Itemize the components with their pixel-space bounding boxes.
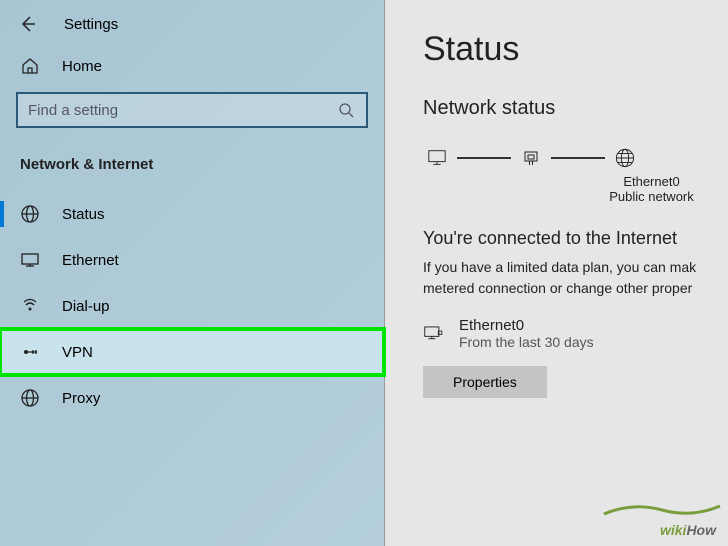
connected-desc-line1: If you have a limited data plan, you can…	[423, 257, 728, 278]
sidebar-item-label: VPN	[62, 344, 93, 361]
connected-desc-line2: metered connection or change other prope…	[423, 278, 728, 299]
sidebar-item-vpn[interactable]: VPN	[0, 329, 384, 375]
network-diagram	[423, 148, 728, 168]
router-icon	[521, 148, 541, 168]
vpn-icon	[20, 342, 40, 362]
home-label: Home	[62, 58, 102, 75]
properties-button[interactable]: Properties	[423, 366, 547, 398]
diagram-adapter-name: Ethernet0	[575, 174, 728, 189]
search-field[interactable]	[28, 102, 336, 119]
computer-icon	[427, 148, 447, 168]
wikihow-flourish	[602, 500, 722, 518]
sidebar-item-proxy[interactable]: Proxy	[0, 375, 384, 421]
sidebar-item-ethernet[interactable]: Ethernet	[0, 237, 384, 283]
ethernet-icon	[20, 250, 40, 270]
sidebar-item-label: Dial-up	[62, 298, 110, 315]
adapter-sub: From the last 30 days	[459, 334, 594, 350]
sidebar-item-label: Ethernet	[62, 252, 119, 269]
search-input[interactable]	[16, 92, 368, 128]
proxy-icon	[20, 388, 40, 408]
page-title: Status	[423, 30, 728, 69]
sidebar: Settings Home Network & Internet Stat	[0, 0, 385, 546]
section-title: Network & Internet	[0, 140, 384, 191]
search-icon	[336, 100, 356, 120]
settings-title: Settings	[64, 16, 118, 33]
diagram-network-type: Public network	[575, 189, 728, 204]
adapter-row: Ethernet0 From the last 30 days	[423, 317, 728, 350]
adapter-name: Ethernet0	[459, 317, 594, 334]
sidebar-item-label: Status	[62, 206, 105, 223]
back-icon[interactable]	[18, 14, 38, 34]
globe-icon	[615, 148, 635, 168]
main-content: Status Network status Ethernet0 Public n…	[385, 0, 728, 546]
subhead: Network status	[423, 97, 728, 120]
wikihow-watermark: wikiHow	[660, 522, 716, 538]
home-icon	[20, 56, 40, 76]
sidebar-item-home[interactable]: Home	[0, 44, 384, 88]
sidebar-item-status[interactable]: Status	[0, 191, 384, 237]
sidebar-item-label: Proxy	[62, 390, 100, 407]
sidebar-item-dialup[interactable]: Dial-up	[0, 283, 384, 329]
status-icon	[20, 204, 40, 224]
adapter-icon	[423, 324, 443, 344]
connected-title: You're connected to the Internet	[423, 228, 728, 249]
dialup-icon	[20, 296, 40, 316]
